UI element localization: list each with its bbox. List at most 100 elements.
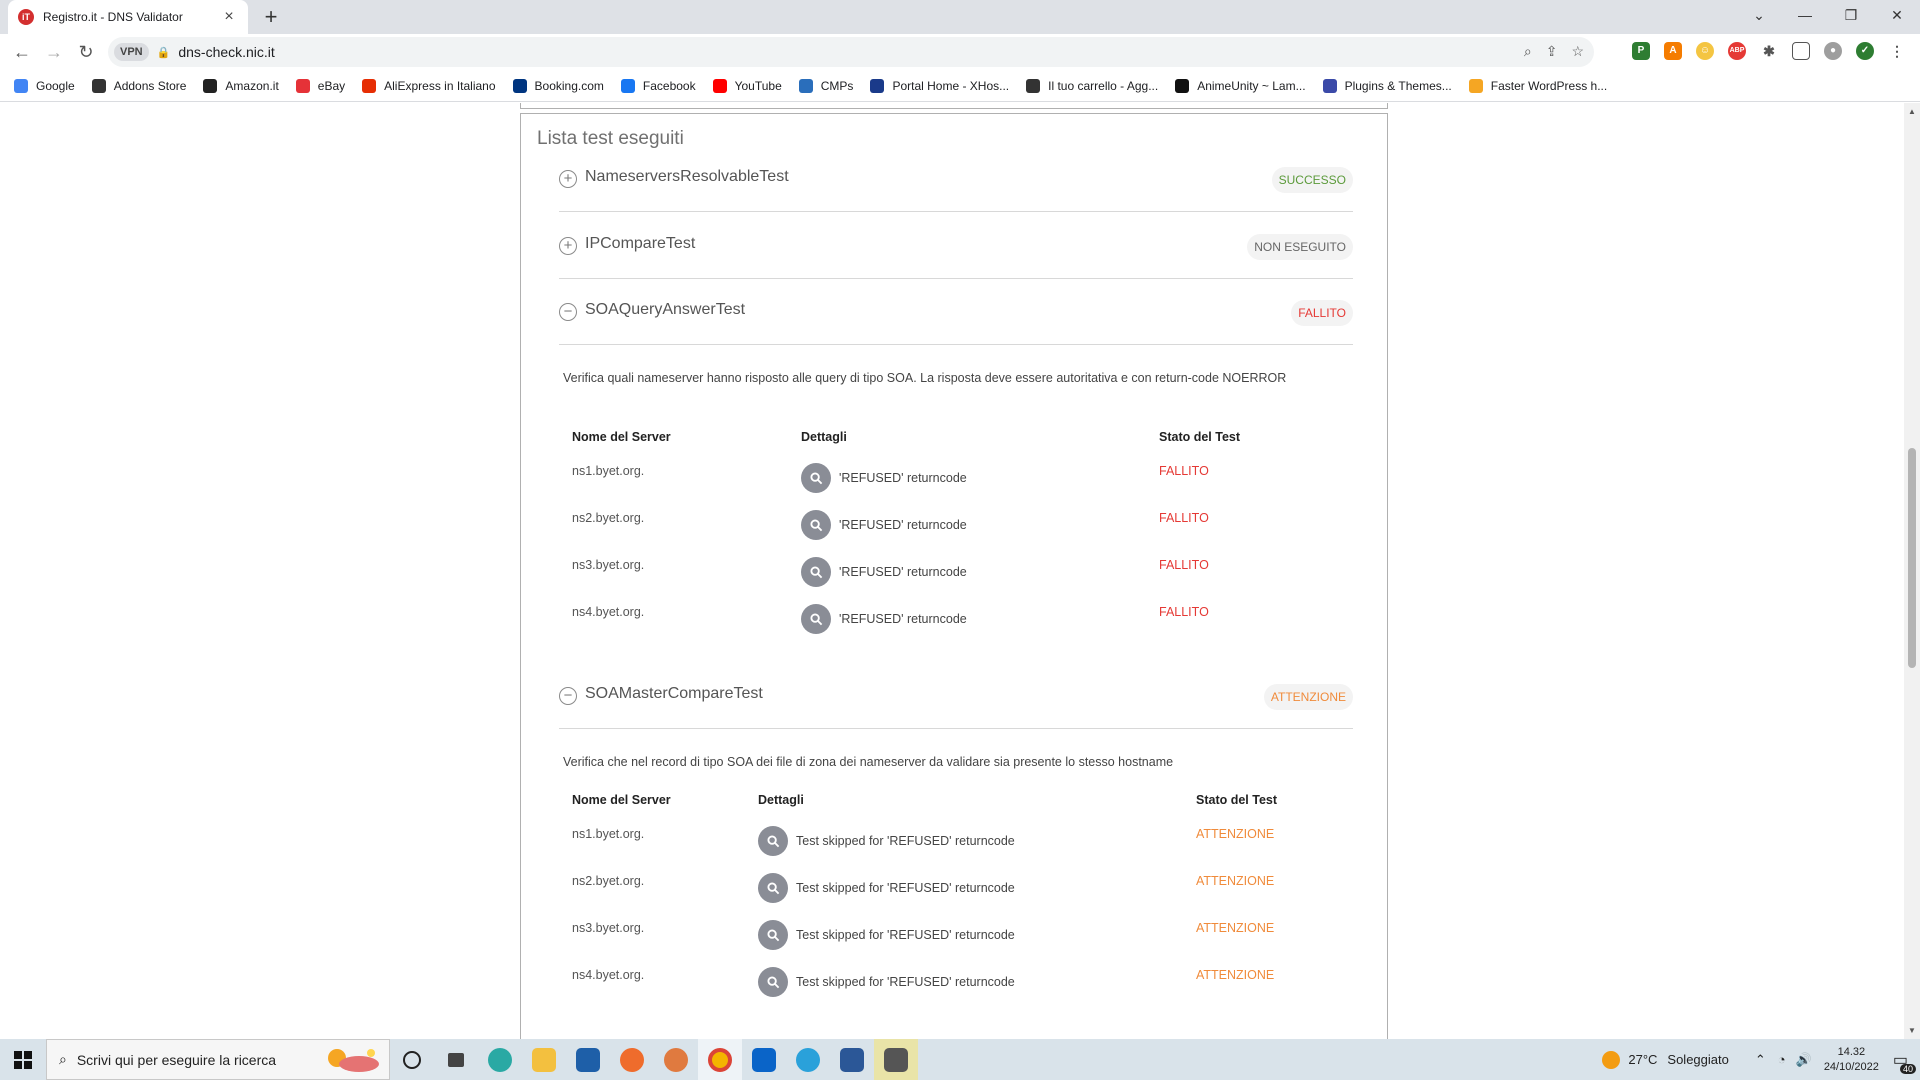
chrome-icon[interactable] [698, 1039, 742, 1080]
bookmark-item[interactable]: YouTube [712, 78, 782, 93]
bookmark-item[interactable]: Portal Home - XHos... [870, 78, 1009, 93]
weather-desc[interactable]: Soleggiato [1667, 1052, 1728, 1067]
tab-search-icon[interactable]: ⌄ [1736, 0, 1782, 30]
bookmark-item[interactable]: AliExpress in Italiano [362, 78, 496, 93]
volume-icon[interactable]: 🔊 [1796, 1052, 1812, 1068]
address-bar[interactable]: VPN 🔒 dns-check.nic.it ⌕ ⇪ ☆ [108, 37, 1594, 67]
calendar-app-icon[interactable] [874, 1039, 918, 1080]
outlook-icon[interactable] [742, 1039, 786, 1080]
amazon-icon [203, 78, 218, 93]
menu-kebab-icon[interactable]: ⋮ [1888, 42, 1906, 60]
edge-icon[interactable] [478, 1039, 522, 1080]
tray-chevron-icon[interactable]: ⌃ [1755, 1052, 1766, 1068]
taskbar-search[interactable]: ⌕ Scrivi qui per eseguire la ricerca [46, 1039, 390, 1080]
lightning-icon [1468, 78, 1483, 93]
test-row-ip-compare[interactable]: + IPCompareTest NON ESEGUITO [559, 221, 1353, 279]
collapse-icon[interactable]: − [559, 687, 577, 705]
extension-shield-icon[interactable]: P [1632, 42, 1650, 60]
server-name: ns3.byet.org. [572, 921, 645, 935]
scroll-up-icon[interactable]: ▲ [1904, 107, 1920, 116]
page-scrollbar[interactable]: ▲ ▼ [1904, 103, 1920, 1039]
weather-temp[interactable]: 27°C [1628, 1052, 1657, 1067]
bookmark-item[interactable]: Booking.com [512, 78, 604, 93]
search-highlight-icon [328, 1049, 379, 1072]
row-status: FALLITO [1159, 464, 1209, 478]
word-icon[interactable] [830, 1039, 874, 1080]
extension-orange-icon[interactable]: A [1664, 42, 1682, 60]
profile-avatar-icon[interactable]: ● [1824, 42, 1842, 60]
bookmark-item[interactable]: Google [14, 78, 75, 93]
bookmark-item[interactable]: CMPs [798, 78, 853, 93]
zoom-icon[interactable]: ⌕ [1524, 43, 1532, 60]
task-view-button[interactable] [390, 1039, 434, 1080]
extension-emoji-icon[interactable]: ☺ [1696, 42, 1714, 60]
wifi-icon[interactable]: ◔ [1778, 1052, 1786, 1067]
column-header-status: Stato del Test [1159, 430, 1241, 444]
bookmark-label: AnimeUnity ~ Lam... [1197, 78, 1306, 93]
back-button[interactable]: ← [6, 42, 38, 63]
reload-button[interactable]: ↻ [70, 42, 102, 63]
new-tab-button[interactable]: + [258, 4, 284, 30]
details-text: 'REFUSED' returncode [839, 565, 967, 579]
magnifier-icon[interactable] [758, 967, 788, 997]
bookmark-star-icon[interactable]: ☆ [1571, 43, 1584, 60]
widgets-button[interactable] [434, 1039, 478, 1080]
store-icon[interactable] [566, 1039, 610, 1080]
url-text[interactable]: dns-check.nic.it [178, 44, 274, 60]
forward-button[interactable]: → [38, 42, 70, 63]
vpn-badge[interactable]: VPN [114, 43, 149, 61]
bookmark-label: Google [36, 78, 75, 93]
bookmark-item[interactable]: Addons Store [91, 78, 186, 93]
bookmark-item[interactable]: Facebook [620, 78, 696, 93]
file-explorer-icon[interactable] [522, 1039, 566, 1080]
magnifier-icon[interactable] [801, 557, 831, 587]
firefox-icon[interactable] [610, 1039, 654, 1080]
scrollbar-thumb[interactable] [1908, 448, 1916, 668]
scroll-down-icon[interactable]: ▼ [1904, 1026, 1920, 1035]
server-name: ns4.byet.org. [572, 605, 645, 619]
start-button[interactable] [0, 1039, 46, 1080]
test-row-soa-master-compare[interactable]: − SOAMasterCompareTest ATTENZIONE [559, 671, 1353, 729]
bookmark-item[interactable]: Plugins & Themes... [1322, 78, 1452, 93]
bookmark-item[interactable]: AnimeUnity ~ Lam... [1175, 78, 1306, 93]
bookmark-item[interactable]: eBay [295, 78, 345, 93]
test-row-soa-query-answer[interactable]: − SOAQueryAnswerTest FALLITO [559, 287, 1353, 345]
restore-button[interactable]: ❐ [1828, 0, 1874, 30]
magnifier-icon[interactable] [801, 463, 831, 493]
bookmark-item[interactable]: Il tuo carrello - Agg... [1026, 78, 1158, 93]
magnifier-icon[interactable] [758, 826, 788, 856]
column-header-details: Dettagli [801, 430, 847, 444]
test-name: NameserversResolvableTest [585, 168, 789, 185]
browser-tab-active[interactable]: iT Registro.it - DNS Validator × [8, 0, 248, 34]
side-panel-icon[interactable] [1792, 42, 1810, 60]
extensions-puzzle-icon[interactable]: ✱ [1760, 42, 1778, 60]
magnifier-icon[interactable] [758, 873, 788, 903]
lock-icon[interactable]: 🔒 [157, 46, 171, 59]
clock[interactable]: 14.32 24/10/2022 [1824, 1045, 1879, 1075]
share-icon[interactable]: ⇪ [1546, 43, 1558, 60]
security-check-icon[interactable]: ✓ [1856, 42, 1874, 60]
weather-sun-icon[interactable] [1602, 1050, 1621, 1069]
minimize-button[interactable]: — [1782, 0, 1828, 30]
notifications-icon[interactable]: ▭ 40 [1893, 1050, 1916, 1074]
close-window-button[interactable]: ✕ [1874, 0, 1920, 30]
collapse-icon[interactable]: − [559, 303, 577, 321]
telegram-icon[interactable] [786, 1039, 830, 1080]
search-placeholder: Scrivi qui per eseguire la ricerca [76, 1051, 277, 1068]
test-row-nameservers-resolvable[interactable]: + NameserversResolvableTest SUCCESSO [559, 154, 1353, 212]
browser-toolbar: ← → ↻ VPN 🔒 dns-check.nic.it ⌕ ⇪ ☆ P A ☺… [0, 34, 1920, 70]
bookmarks-bar: Google Addons Store Amazon.it eBay AliExpres… [0, 70, 1920, 102]
bookmark-item[interactable]: Amazon.it [203, 78, 279, 93]
adblock-icon[interactable]: ABP [1728, 42, 1746, 60]
expand-icon[interactable]: + [559, 170, 577, 188]
windows-logo-icon [14, 1050, 32, 1069]
magnifier-icon[interactable] [801, 604, 831, 634]
details-text: Test skipped for 'REFUSED' returncode [796, 928, 1015, 942]
tab-close-icon[interactable]: × [220, 8, 238, 26]
app-orange-icon[interactable] [654, 1039, 698, 1080]
magnifier-icon[interactable] [758, 920, 788, 950]
server-name: ns1.byet.org. [572, 464, 645, 478]
bookmark-item[interactable]: Faster WordPress h... [1468, 78, 1607, 93]
expand-icon[interactable]: + [559, 237, 577, 255]
magnifier-icon[interactable] [801, 510, 831, 540]
